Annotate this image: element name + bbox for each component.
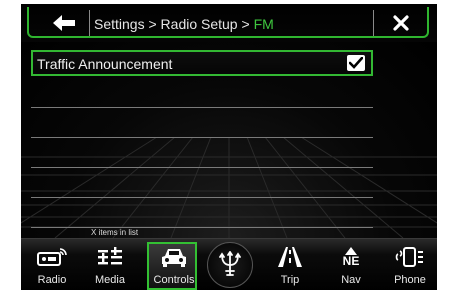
list-item-label: Traffic Announcement — [37, 56, 173, 72]
nav-item-nav[interactable]: NE Nav — [326, 242, 376, 290]
bottom-nav: Radio Media Controls Trip NE Nav Phone — [21, 238, 437, 290]
car-icon — [162, 249, 186, 267]
nav-item-label: Media — [95, 274, 125, 286]
list-divider — [31, 167, 373, 168]
phone-icon — [395, 247, 423, 267]
items-count: X items in list — [91, 228, 139, 237]
road-icon — [278, 247, 302, 267]
nav-item-label: Controls — [153, 274, 195, 286]
brand-logo-button[interactable] — [207, 242, 253, 288]
breadcrumb-path: Settings > Radio Setup > — [94, 16, 254, 32]
settings-list: Traffic Announcement X items in list — [21, 42, 437, 238]
media-icon — [98, 247, 122, 265]
nav-item-label: Radio — [37, 274, 67, 286]
header-separator — [373, 10, 374, 36]
radio-icon — [37, 248, 67, 266]
compass-heading: NE — [342, 253, 360, 268]
breadcrumb-current: FM — [253, 16, 274, 32]
checkbox[interactable] — [347, 55, 365, 71]
list-divider — [31, 137, 373, 138]
close-icon — [393, 15, 409, 31]
breadcrumb: Settings > Radio Setup > FM — [94, 16, 274, 32]
nav-item-label: Nav — [341, 274, 361, 286]
close-button[interactable] — [376, 10, 426, 36]
list-divider — [31, 107, 373, 108]
nav-item-controls[interactable]: Controls — [147, 242, 197, 290]
list-item-traffic-announcement[interactable]: Traffic Announcement — [31, 50, 373, 76]
radio-fm-settings-screen: Settings > Radio Setup > FM Traffic Anno… — [21, 4, 437, 290]
header-separator — [89, 10, 90, 36]
nav-item-label: Trip — [280, 274, 300, 286]
checkmark-icon — [349, 57, 363, 69]
back-arrow-icon — [53, 15, 75, 31]
nav-item-trip[interactable]: Trip — [265, 242, 315, 290]
nav-item-media[interactable]: Media — [85, 242, 135, 290]
list-divider — [31, 197, 373, 198]
back-button[interactable] — [39, 10, 89, 36]
nav-item-label: Phone — [394, 274, 426, 286]
nav-item-radio[interactable]: Radio — [27, 242, 77, 290]
nav-item-phone[interactable]: Phone — [385, 242, 435, 290]
trident-logo-icon — [219, 251, 241, 276]
header-bar: Settings > Radio Setup > FM — [21, 4, 437, 42]
list-divider — [31, 227, 373, 228]
